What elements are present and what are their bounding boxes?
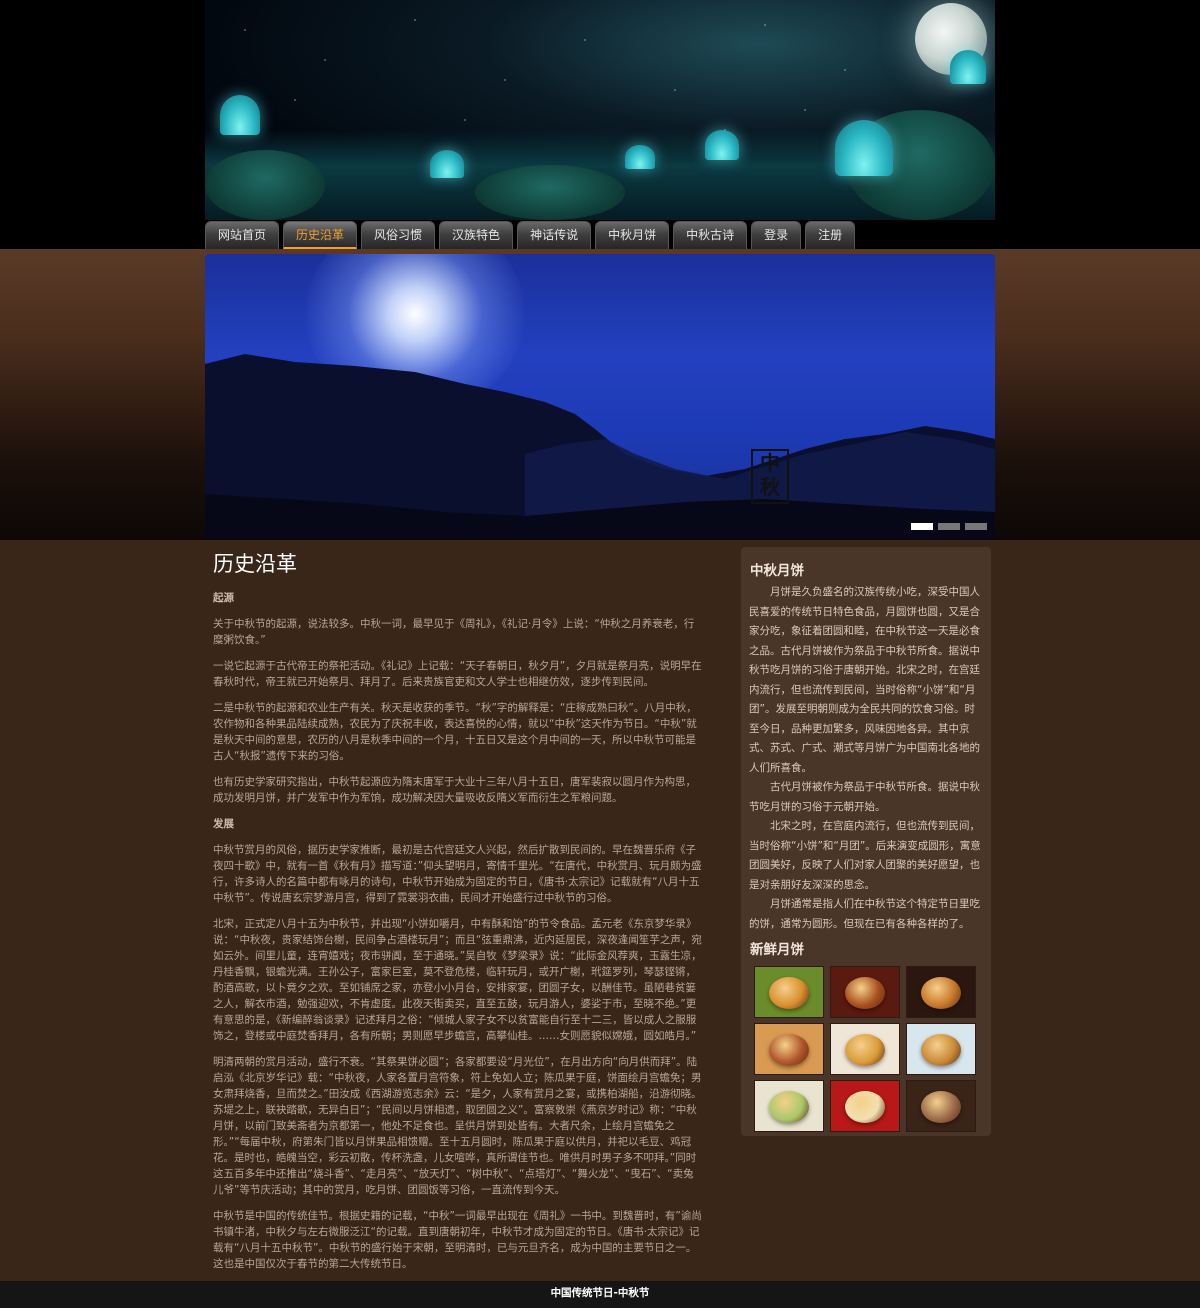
article-paragraph: 北宋，正式定八月十五为中秋节，并出现“小饼如嚼月，中有酥和饴”的节令食品。孟元老… bbox=[213, 918, 702, 1042]
nav-item-mooncakes[interactable]: 中秋月饼 bbox=[595, 221, 670, 249]
mid-autumn-stamp: 中秋 bbox=[751, 449, 789, 504]
nav-item-home[interactable]: 网站首页 bbox=[205, 221, 280, 249]
mooncake-photo-icon bbox=[769, 1091, 809, 1123]
mooncake-description: 月饼是久负盛名的汉族传统小吃，深受中国人民喜爱的传统节日特色食品，月圆饼也圆，又… bbox=[749, 583, 983, 934]
mooncake-thumbnail[interactable] bbox=[830, 1023, 900, 1075]
mooncake-thumbnail[interactable] bbox=[754, 966, 824, 1018]
slider-dot[interactable] bbox=[911, 523, 933, 530]
mooncake-gallery bbox=[754, 966, 983, 1132]
mooncake-thumbnail[interactable] bbox=[830, 1080, 900, 1132]
article-paragraph: 关于中秋节的起源，说法较多。中秋一词，最早见于《周礼》，《礼记·月令》上说：“仲… bbox=[213, 618, 695, 646]
article-paragraph: 明清两朝的赏月活动，盛行不衰。“其祭果饼必圆”；各家都要设“月光位”，在月出方向… bbox=[213, 1056, 702, 1196]
lotus-flower-icon bbox=[705, 130, 739, 160]
mooncake-photo-icon bbox=[921, 1034, 961, 1066]
nav-item-customs[interactable]: 风俗习惯 bbox=[361, 221, 436, 249]
lotus-flower-icon bbox=[220, 95, 260, 135]
lotus-flower-icon bbox=[430, 150, 464, 178]
article-paragraph: 一说它起源于古代帝王的祭祀活动。《礼记》上记载：“天子春朝日，秋夕月”，夕月就是… bbox=[213, 660, 702, 688]
mooncake-thumbnail[interactable] bbox=[830, 966, 900, 1018]
sidebar-title-mooncake: 中秋月饼 bbox=[750, 563, 804, 579]
lotus-flower-icon bbox=[625, 145, 655, 169]
header-banner-image bbox=[205, 0, 995, 220]
mooncake-photo-icon bbox=[845, 1034, 885, 1066]
lotus-flower-icon bbox=[950, 50, 986, 84]
page-title: 历史沿革 bbox=[213, 552, 297, 576]
section-heading-origin: 起源 bbox=[213, 592, 234, 604]
nav-item-history[interactable]: 历史沿革 bbox=[283, 221, 358, 249]
article-paragraph: 中秋节是中国的传统佳节。根据史籍的记载，“中秋”一词最早出现在《周礼》一书中。到… bbox=[213, 1210, 702, 1270]
main-content: 历史沿革 起源 关于中秋节的起源，说法较多。中秋一词，最早见于《周礼》，《礼记·… bbox=[205, 540, 705, 1282]
nav-item-legends[interactable]: 神话传说 bbox=[517, 221, 592, 249]
sidebar: 中秋月饼 月饼是久负盛名的汉族传统小吃，深受中国人民喜爱的传统节日特色食品，月圆… bbox=[741, 547, 991, 1136]
nav-item-login[interactable]: 登录 bbox=[751, 221, 802, 249]
mooncake-thumbnail[interactable] bbox=[906, 1080, 976, 1132]
main-nav: 网站首页 历史沿革 风俗习惯 汉族特色 神话传说 中秋月饼 中秋古诗 登录 注册 bbox=[205, 221, 856, 249]
sidebar-paragraph: 古代月饼被作为祭品于中秋节所食。据说中秋节吃月饼的习俗于元朝开始。 bbox=[749, 781, 980, 813]
nav-item-han-features[interactable]: 汉族特色 bbox=[439, 221, 514, 249]
mooncake-thumbnail[interactable] bbox=[906, 1023, 976, 1075]
sidebar-paragraph: 月饼是久负盛名的汉族传统小吃，深受中国人民喜爱的传统节日特色食品，月圆饼也圆，又… bbox=[749, 586, 980, 774]
lotus-leaf-icon bbox=[475, 165, 625, 220]
nav-item-register[interactable]: 注册 bbox=[805, 221, 856, 249]
mooncake-photo-icon bbox=[845, 1091, 885, 1123]
mooncake-thumbnail[interactable] bbox=[754, 1080, 824, 1132]
sidebar-paragraph: 北宋之时，在宫庭内流行，但也流传到民间，当时俗称“小饼”和“月团”。后来演变成圆… bbox=[749, 820, 981, 891]
slider-pagination bbox=[911, 523, 987, 530]
history-article: 起源 关于中秋节的起源，说法较多。中秋一词，最早见于《周礼》，《礼记·月令》上说… bbox=[213, 590, 703, 1272]
mountain-silhouette bbox=[205, 354, 995, 539]
footer: 中国传统节日-中秋节 bbox=[0, 1281, 1200, 1308]
mooncake-photo-icon bbox=[769, 977, 809, 1009]
nav-item-poems[interactable]: 中秋古诗 bbox=[673, 221, 748, 249]
sidebar-paragraph: 月饼通常是指人们在中秋节这个特定节日里吃的饼，通常为圆形。但现在已有各种各样的了… bbox=[749, 898, 980, 930]
mooncake-thumbnail[interactable] bbox=[754, 1023, 824, 1075]
mooncake-photo-icon bbox=[769, 1034, 809, 1066]
lotus-flower-icon bbox=[835, 120, 893, 176]
mooncake-photo-icon bbox=[921, 1091, 961, 1123]
slider-dot[interactable] bbox=[965, 523, 987, 530]
lotus-leaf-icon bbox=[205, 150, 325, 220]
sidebar-title-fresh: 新鲜月饼 bbox=[750, 942, 804, 958]
slider-dot[interactable] bbox=[938, 523, 960, 530]
section-heading-development: 发展 bbox=[213, 818, 234, 830]
article-paragraph: 也有历史学家研究指出，中秋节起源应为隋末唐军于大业十三年八月十五日，唐军裴寂以圆… bbox=[213, 776, 696, 804]
mooncake-photo-icon bbox=[845, 977, 885, 1009]
hero-slider[interactable]: 中秋 bbox=[205, 254, 995, 539]
mooncake-photo-icon bbox=[921, 977, 961, 1009]
article-paragraph: 中秋节赏月的风俗，据历史学家推断，最初是古代宫廷文人兴起，然后扩散到民间的。早在… bbox=[213, 844, 702, 904]
mooncake-thumbnail[interactable] bbox=[906, 966, 976, 1018]
article-paragraph: 二是中秋节的起源和农业生产有关。秋天是收获的季节。“秋”字的解释是：“庄稼成熟曰… bbox=[213, 702, 697, 762]
